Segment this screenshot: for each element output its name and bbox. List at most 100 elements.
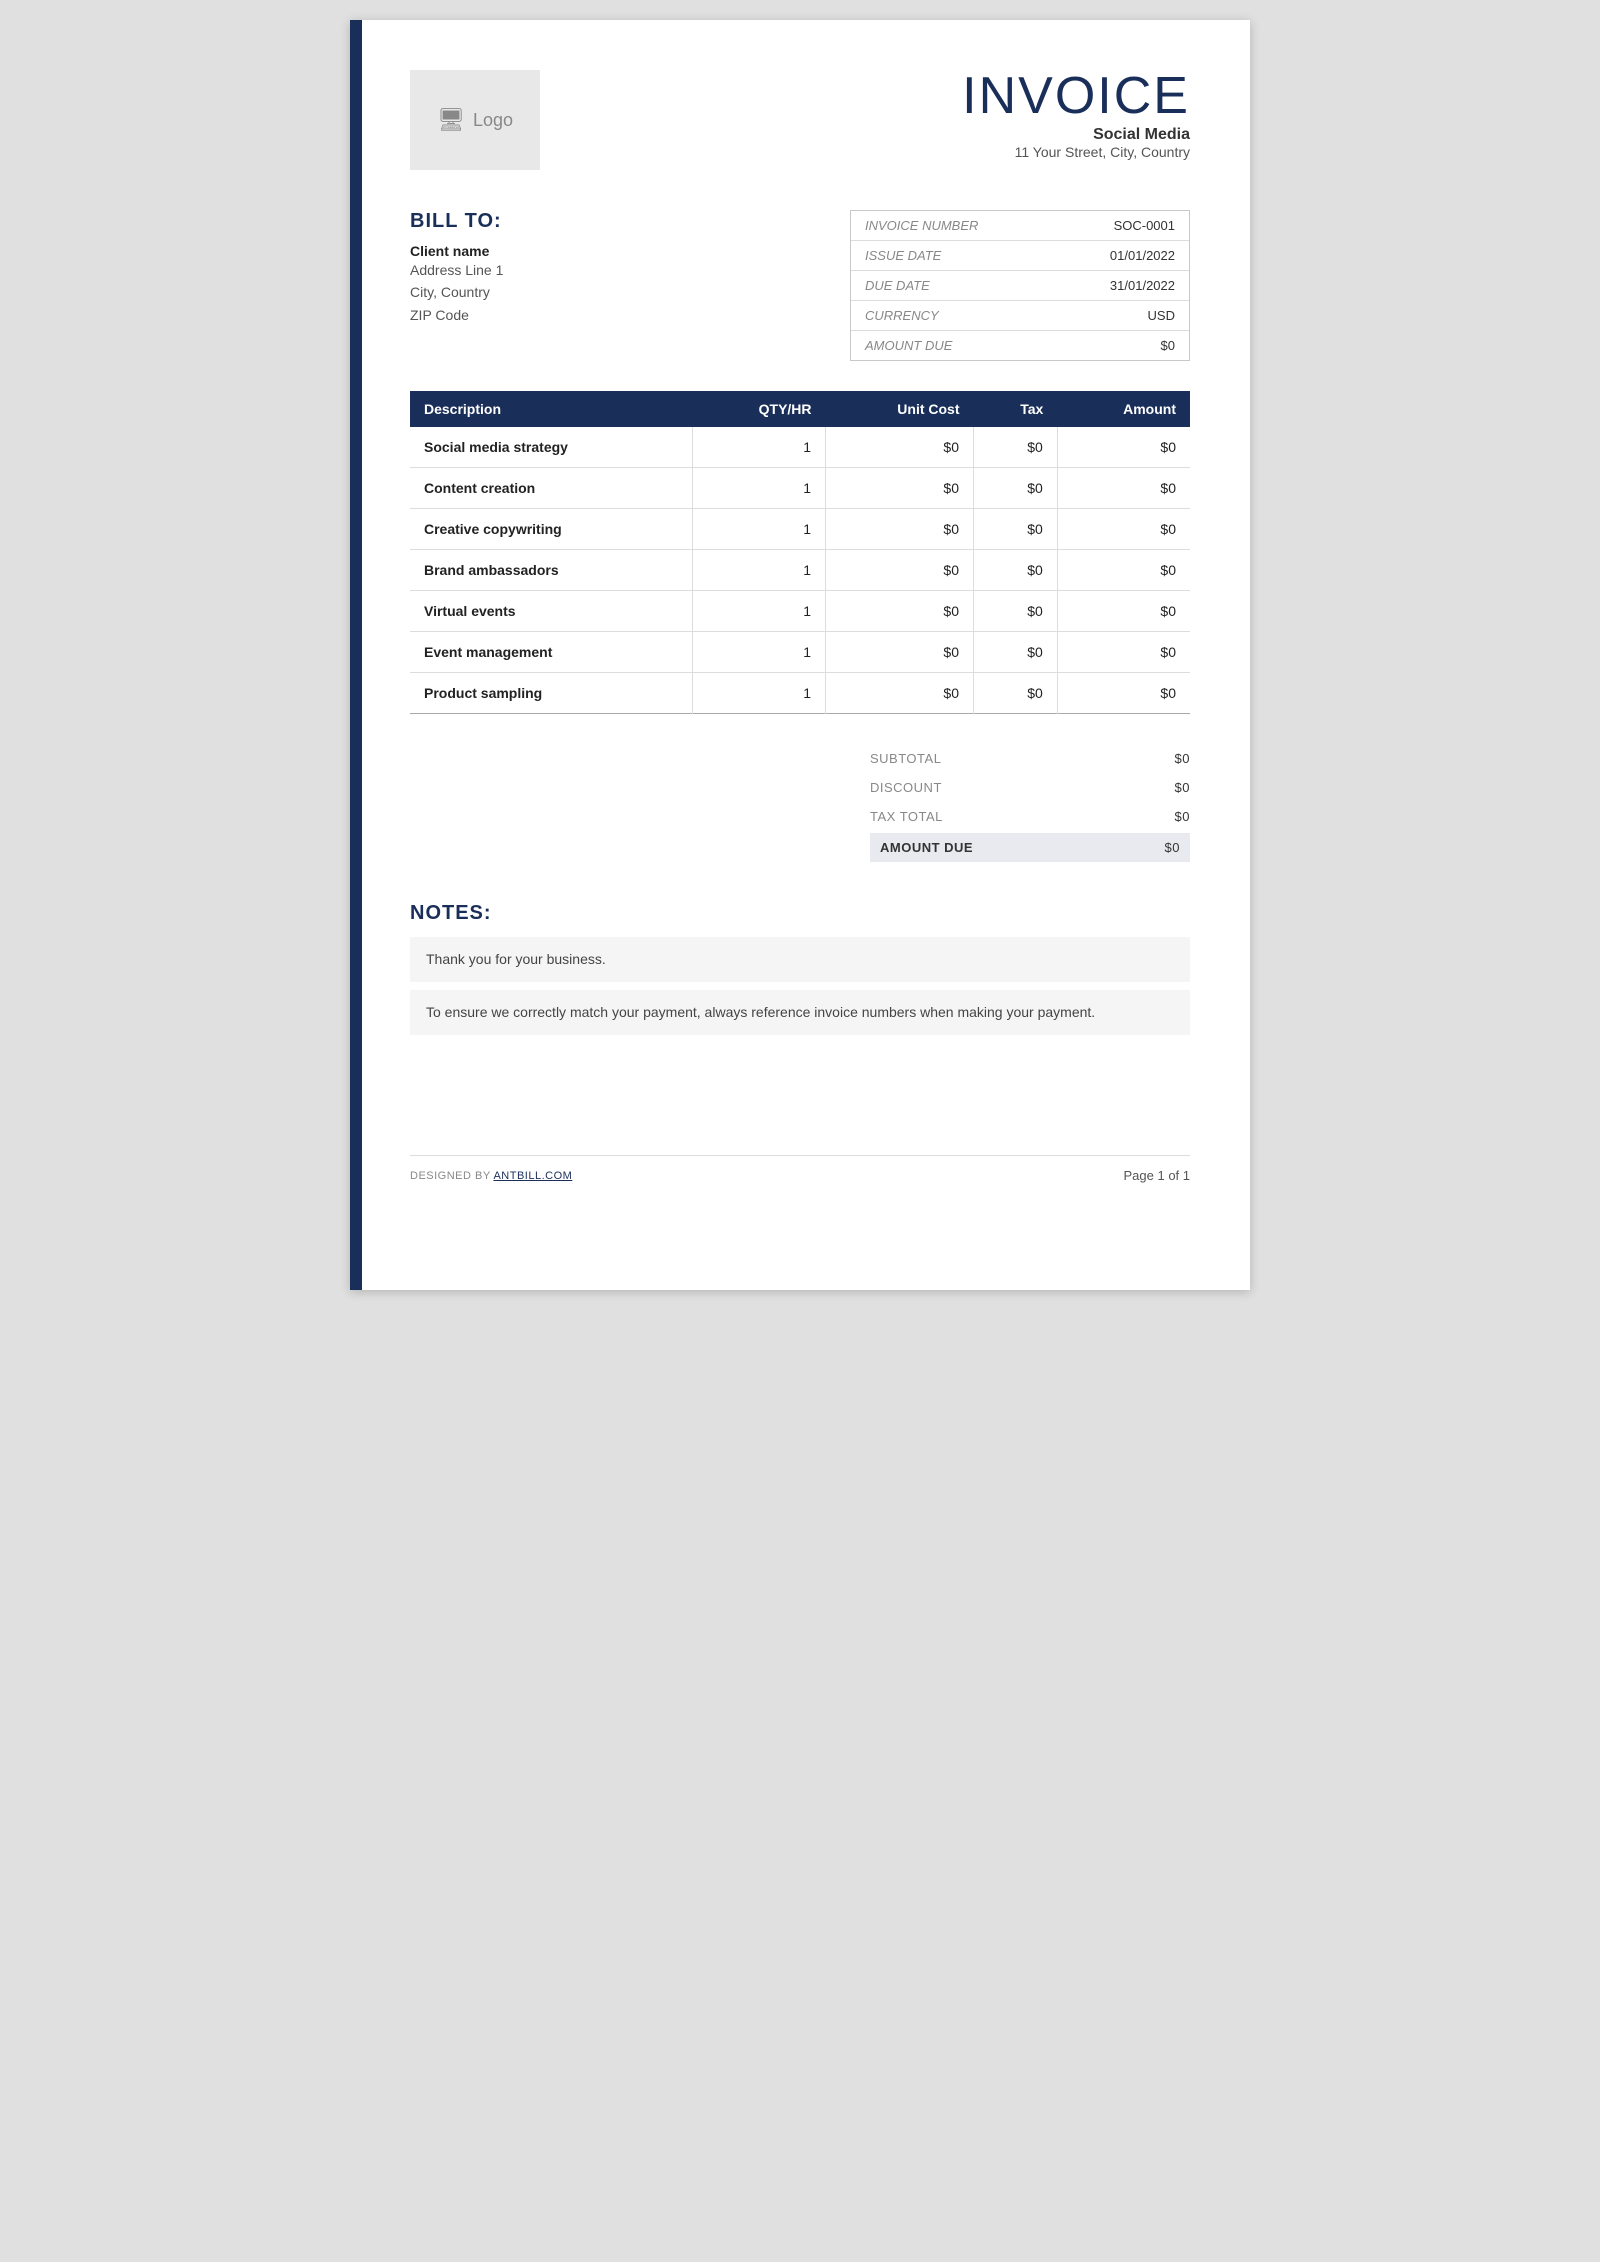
item-qty: 1 [693,673,826,714]
item-qty: 1 [693,632,826,673]
totals-block: SUBTOTAL $0 DISCOUNT $0 TAX TOTAL $0 AMO… [410,744,1190,862]
subtotal-row: SUBTOTAL $0 [870,744,1190,773]
logo-icon: 🖥 [437,107,465,133]
item-qty: 1 [693,591,826,632]
item-tax: $0 [974,509,1058,550]
item-amount: $0 [1057,591,1190,632]
address-line2: City, Country [410,281,850,303]
item-description: Product sampling [410,673,693,714]
detail-row: CURRENCYUSD [851,301,1189,331]
detail-label: AMOUNT DUE [851,331,1055,361]
discount-row: DISCOUNT $0 [870,773,1190,802]
items-table-body: Social media strategy 1 $0 $0 $0 Content… [410,427,1190,714]
item-tax: $0 [974,550,1058,591]
company-address: 11 Your Street, City, Country [962,144,1190,160]
table-row: Event management 1 $0 $0 $0 [410,632,1190,673]
table-row: Content creation 1 $0 $0 $0 [410,468,1190,509]
invoice-header: 🖥 Logo INVOICE Social Media 11 Your Stre… [410,70,1190,170]
detail-value: USD [1055,301,1189,331]
col-amount: Amount [1057,391,1190,427]
client-name: Client name [410,243,850,259]
detail-label: DUE DATE [851,271,1055,301]
detail-row: INVOICE NUMBERSOC-0001 [851,211,1189,241]
invoice-details: INVOICE NUMBERSOC-0001ISSUE DATE01/01/20… [850,210,1190,361]
item-amount: $0 [1057,509,1190,550]
col-unit-cost: Unit Cost [826,391,974,427]
subtotal-label: SUBTOTAL [870,751,941,766]
discount-value: $0 [1175,780,1190,795]
table-row: Social media strategy 1 $0 $0 $0 [410,427,1190,468]
detail-label: INVOICE NUMBER [851,211,1055,241]
amount-due-value: $0 [1165,840,1180,855]
detail-row: ISSUE DATE01/01/2022 [851,241,1189,271]
totals-table: SUBTOTAL $0 DISCOUNT $0 TAX TOTAL $0 AMO… [870,744,1190,862]
notes-items: Thank you for your business. To ensure we… [410,937,1190,1035]
item-tax: $0 [974,591,1058,632]
antbill-link[interactable]: ANTBILL.COM [493,1170,572,1182]
item-description: Event management [410,632,693,673]
billing-section: BILL TO: Client name Address Line 1 City… [410,210,1190,361]
item-amount: $0 [1057,468,1190,509]
items-table: Description QTY/HR Unit Cost Tax Amount … [410,391,1190,714]
table-row: Product sampling 1 $0 $0 $0 [410,673,1190,714]
item-description: Content creation [410,468,693,509]
header-row: Description QTY/HR Unit Cost Tax Amount [410,391,1190,427]
amount-due-row: AMOUNT DUE $0 [870,833,1190,862]
item-tax: $0 [974,468,1058,509]
subtotal-value: $0 [1175,751,1190,766]
item-unit-cost: $0 [826,673,974,714]
item-unit-cost: $0 [826,632,974,673]
item-description: Social media strategy [410,427,693,468]
logo-text: Logo [473,110,513,131]
item-qty: 1 [693,468,826,509]
detail-value: SOC-0001 [1055,211,1189,241]
item-qty: 1 [693,427,826,468]
detail-value: 31/01/2022 [1055,271,1189,301]
item-amount: $0 [1057,673,1190,714]
item-unit-cost: $0 [826,468,974,509]
detail-value: $0 [1055,331,1189,361]
item-unit-cost: $0 [826,591,974,632]
bill-to-label: BILL TO: [410,210,850,233]
item-unit-cost: $0 [826,550,974,591]
designed-by: DESIGNED BY ANTBILL.COM [410,1170,572,1182]
item-unit-cost: $0 [826,509,974,550]
company-name: Social Media [962,126,1190,144]
items-table-header: Description QTY/HR Unit Cost Tax Amount [410,391,1190,427]
table-row: Creative copywriting 1 $0 $0 $0 [410,509,1190,550]
table-row: Brand ambassadors 1 $0 $0 $0 [410,550,1190,591]
logo-box: 🖥 Logo [410,70,540,170]
bill-to-block: BILL TO: Client name Address Line 1 City… [410,210,850,326]
tax-label: TAX TOTAL [870,809,943,824]
note-item: Thank you for your business. [410,937,1190,982]
designed-by-text: DESIGNED BY [410,1170,491,1182]
note-item: To ensure we correctly match your paymen… [410,990,1190,1035]
client-address: Address Line 1 City, Country ZIP Code [410,259,850,326]
item-unit-cost: $0 [826,427,974,468]
item-tax: $0 [974,427,1058,468]
tax-row: TAX TOTAL $0 [870,802,1190,831]
detail-row: AMOUNT DUE$0 [851,331,1189,361]
table-row: Virtual events 1 $0 $0 $0 [410,591,1190,632]
item-description: Creative copywriting [410,509,693,550]
item-tax: $0 [974,673,1058,714]
notes-section: NOTES: Thank you for your business. To en… [410,902,1190,1035]
col-tax: Tax [974,391,1058,427]
invoice-details-table: INVOICE NUMBERSOC-0001ISSUE DATE01/01/20… [851,211,1189,360]
col-description: Description [410,391,693,427]
item-description: Brand ambassadors [410,550,693,591]
detail-value: 01/01/2022 [1055,241,1189,271]
footer: DESIGNED BY ANTBILL.COM Page 1 of 1 [410,1155,1190,1183]
notes-label: NOTES: [410,902,1190,925]
invoice-page: 🖥 Logo INVOICE Social Media 11 Your Stre… [350,20,1250,1290]
detail-label: CURRENCY [851,301,1055,331]
amount-due-label: AMOUNT DUE [880,840,973,855]
page-number: Page 1 of 1 [1124,1168,1191,1183]
item-qty: 1 [693,509,826,550]
item-qty: 1 [693,550,826,591]
item-tax: $0 [974,632,1058,673]
col-qty: QTY/HR [693,391,826,427]
detail-row: DUE DATE31/01/2022 [851,271,1189,301]
invoice-title-block: INVOICE Social Media 11 Your Street, Cit… [962,70,1190,160]
tax-value: $0 [1175,809,1190,824]
